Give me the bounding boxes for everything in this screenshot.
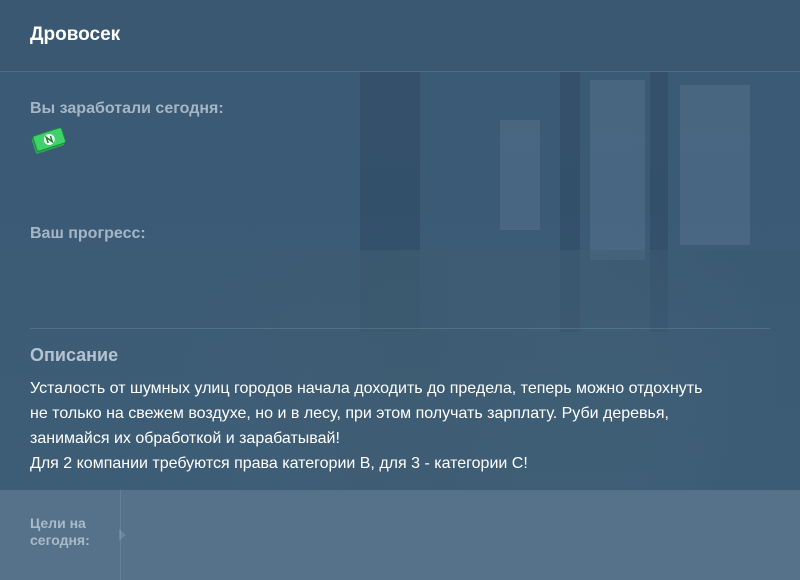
chevron-right-icon (119, 529, 126, 541)
header-bar: Дровосек (0, 0, 800, 72)
description-heading: Описание (30, 345, 119, 365)
section-divider (30, 328, 770, 329)
goals-label: Цели на сегодня: (30, 515, 90, 548)
job-title: Дровосек (30, 24, 121, 45)
description-line: не только на свежем воздухе, но и в лесу… (30, 405, 669, 422)
progress-label: Ваш прогресс: (30, 225, 146, 242)
goals-footer: Цели на сегодня: (0, 490, 800, 580)
earned-today-label: Вы заработали сегодня: (30, 100, 224, 117)
description-text: Усталость от шумных улиц городов начала … (30, 376, 750, 476)
money-icon (31, 128, 66, 154)
description-line: занимайся их обработкой и зарабатывай! (30, 430, 340, 447)
description-line: Для 2 компании требуются права категории… (30, 455, 528, 472)
description-line: Усталость от шумных улиц городов начала … (30, 380, 703, 397)
goals-tab[interactable]: Цели на сегодня: (0, 490, 121, 580)
